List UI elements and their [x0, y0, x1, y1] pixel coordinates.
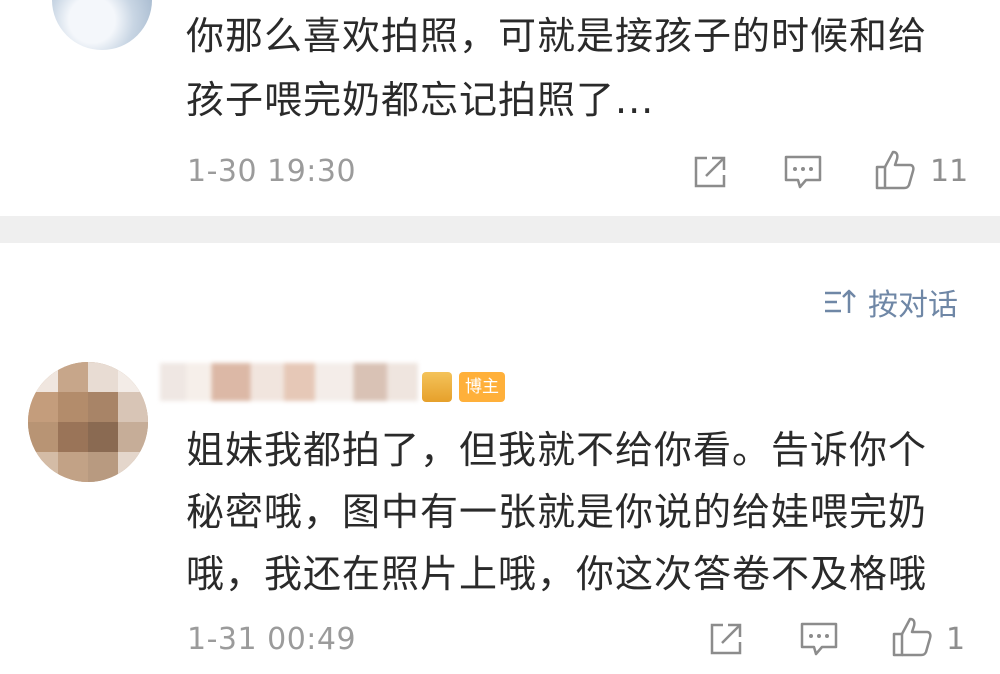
thumb-up-icon[interactable] [873, 148, 917, 192]
comment-timestamp: 1-30 19:30 [187, 154, 357, 189]
blurred-username[interactable] [160, 363, 418, 401]
sort-conversation-icon [825, 289, 856, 313]
share-icon[interactable] [690, 152, 730, 192]
section-divider [0, 216, 1000, 243]
avatar[interactable] [28, 362, 148, 482]
avatar[interactable] [52, 0, 152, 50]
comment-text-line-1: 姐妹我都拍了，但我就不给你看。告诉你个 [186, 428, 928, 472]
sort-label: 按对话 [868, 288, 958, 323]
thumb-up-icon[interactable] [890, 615, 934, 659]
author-badge: 博主 [459, 372, 505, 402]
like-count: 11 [930, 154, 969, 189]
like-count: 1 [946, 622, 966, 657]
reply-comment-icon[interactable] [798, 619, 840, 659]
comment-text-line-1: 你那么喜欢拍照，可就是接孩子的时候和给 [186, 14, 928, 58]
vip-badge-icon [422, 372, 452, 402]
comment-text-line-3: 哦，我还在照片上哦，你这次答卷不及格哦 [186, 552, 928, 596]
comment-timestamp: 1-31 00:49 [187, 622, 357, 657]
share-icon[interactable] [706, 619, 746, 659]
sort-by-conversation-button[interactable]: 按对话 [822, 280, 958, 324]
comment-text-line-2: 秘密哦，图中有一张就是你说的给娃喂完奶 [186, 490, 928, 534]
comment-text-line-2: 孩子喂完奶都忘记拍照了... [186, 78, 655, 122]
reply-comment-icon[interactable] [782, 152, 824, 192]
